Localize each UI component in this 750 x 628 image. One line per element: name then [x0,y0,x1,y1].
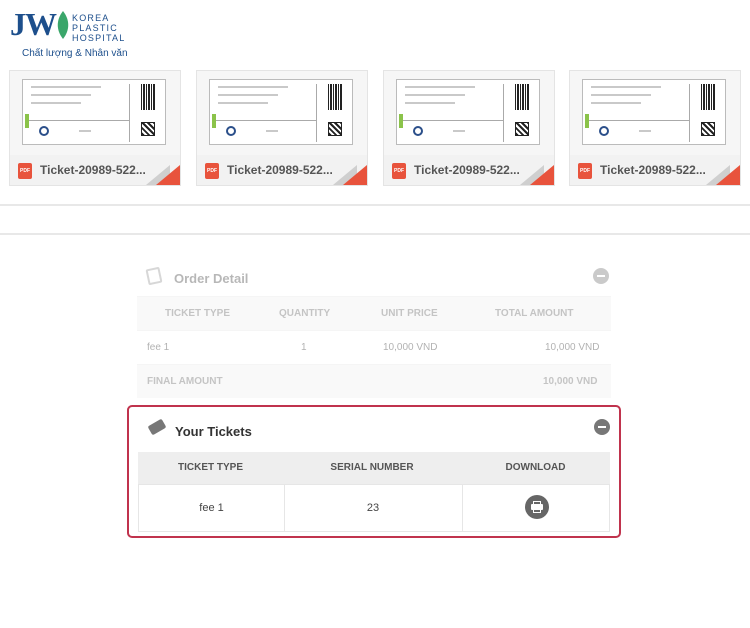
order-table-header: TICKET TYPE QUANTITY UNIT PRICE TOTAL AM… [137,296,611,330]
pdf-icon: PDF [392,163,406,179]
pdf-thumbnail [570,71,740,155]
ticket-icon [147,418,167,436]
page-fold-icon [343,165,367,185]
table-row: fee 1 23 [138,484,610,532]
pdf-file-list: PDF Ticket-20989-522... PDF Ticket-20989… [0,70,750,190]
column-ticket-type: TICKET TYPE [177,462,243,473]
column-download: DOWNLOAD [505,462,566,473]
your-tickets-section: Your Tickets TICKET TYPE SERIAL NUMBER D… [127,405,621,538]
pdf-icon: PDF [18,163,32,179]
divider [0,233,750,235]
collapse-tickets-button[interactable] [594,419,610,435]
pdf-file-card[interactable]: PDF Ticket-20989-522... [196,70,368,186]
pdf-thumbnail [10,71,180,155]
divider [0,204,750,206]
pdf-icon: PDF [578,163,592,179]
file-name: Ticket-20989-522... [227,163,333,177]
final-amount-row: FINAL AMOUNT 10,000 VND [137,364,611,398]
pdf-file-card[interactable]: PDF Ticket-20989-522... [9,70,181,186]
column-serial-number: SERIAL NUMBER [330,462,414,473]
tickets-table-header: TICKET TYPE SERIAL NUMBER DOWNLOAD [138,452,610,484]
page-fold-icon [156,165,180,185]
file-name: Ticket-20989-522... [40,163,146,177]
pdf-thumbnail [197,71,367,155]
download-print-button[interactable] [525,495,549,519]
ticket-type-cell: fee 1 [199,502,224,514]
pdf-file-card[interactable]: PDF Ticket-20989-522... [569,70,741,186]
leaf-icon [57,11,69,39]
page-fold-icon [716,165,740,185]
logo-slogan: Chất lượng & Nhân văn [22,48,128,59]
receipt-icon [145,266,163,286]
pdf-file-card[interactable]: PDF Ticket-20989-522... [383,70,555,186]
page-fold-icon [530,165,554,185]
file-name: Ticket-20989-522... [600,163,706,177]
pdf-icon: PDF [205,163,219,179]
pdf-thumbnail [384,71,554,155]
your-tickets-title: Your Tickets [175,424,252,439]
order-detail-section: Order Detail TICKET TYPE QUANTITY UNIT P… [137,262,611,398]
brand-logo: JW KOREA PLASTIC HOSPITAL Chất lượng & N… [10,6,150,62]
tickets-table: TICKET TYPE SERIAL NUMBER DOWNLOAD fee 1… [138,452,610,532]
table-row: fee 1 1 10,000 VND 10,000 VND [137,330,611,364]
logo-text: KOREA PLASTIC HOSPITAL [72,13,126,43]
collapse-order-button[interactable] [593,268,609,284]
serial-number-cell: 23 [366,502,380,514]
file-name: Ticket-20989-522... [414,163,520,177]
order-detail-title: Order Detail [174,271,249,286]
logo-mark: JW [10,6,57,42]
